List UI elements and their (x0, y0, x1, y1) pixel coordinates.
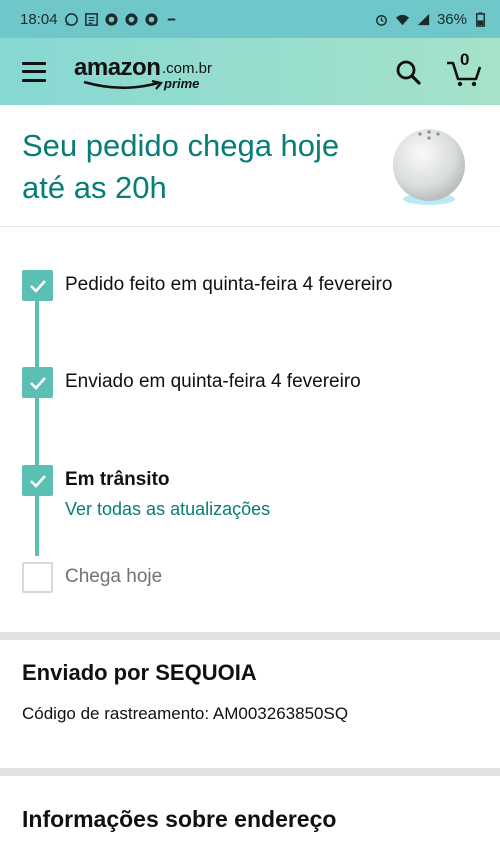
step-arrives-today: Chega hoje (22, 562, 162, 593)
news-icon (84, 12, 98, 26)
step-ordered: Pedido feito em quinta-feira 4 fevereiro (22, 270, 392, 301)
amazon-prime-logo[interactable]: amazon .com.br prime (74, 52, 224, 92)
header-actions: 0 (394, 50, 482, 87)
shipment-info: Enviado por SEQUOIA Código de rastreamen… (0, 640, 500, 768)
battery-icon (476, 11, 485, 27)
logo-prime: prime (164, 75, 200, 91)
battery-percent: 36% (436, 10, 467, 28)
check-icon (22, 367, 53, 398)
smile-arrow-icon (83, 79, 164, 90)
whatsapp-icon (64, 12, 78, 26)
cart-button[interactable]: 0 (446, 50, 482, 87)
shipment-progress-tracker: Pedido feito em quinta-feira 4 fevereiro… (0, 228, 500, 632)
alarm-icon (376, 14, 387, 26)
tracking-code: Código de rastreamento: AM003263850SQ (22, 704, 349, 723)
section-divider (0, 632, 500, 640)
step-label: Pedido feito em quinta-feira 4 fevereiro (65, 274, 393, 295)
wifi-icon (395, 14, 410, 25)
notification-icons (64, 12, 179, 27)
app-icon (104, 12, 118, 26)
minus-icon (167, 18, 175, 20)
view-all-updates-link[interactable]: Ver todas as atualizações (65, 495, 270, 523)
logo-domain: .com.br (162, 59, 213, 77)
empty-checkbox-icon (22, 562, 53, 593)
search-icon[interactable] (394, 58, 422, 86)
cart-count: 0 (460, 49, 470, 69)
signal-icon (417, 13, 430, 25)
section-divider (0, 768, 500, 776)
app-icon (124, 12, 138, 26)
check-icon (22, 270, 53, 301)
logo-text: amazon (74, 53, 161, 81)
delivery-hero: Seu pedido chega hoje até as 20h (0, 105, 500, 227)
address-info-title: Informações sobre endereço (22, 806, 337, 832)
status-bar: 18:04 36% (0, 0, 500, 38)
echo-dot-product-image[interactable] (390, 125, 468, 207)
step-label: Enviado em quinta-feira 4 fevereiro (65, 371, 361, 392)
shipped-by-title: Enviado por SEQUOIA (22, 660, 257, 685)
delivery-estimate-title: Seu pedido chega hoje até as 20h (22, 128, 340, 205)
status-time: 18:04 (20, 10, 58, 28)
menu-icon[interactable] (22, 61, 46, 82)
app-header: amazon .com.br prime 0 (0, 38, 500, 105)
step-in-transit: Em trânsito Ver todas as atualizações (22, 465, 270, 523)
step-label: Em trânsito (65, 469, 170, 490)
status-right: 36% (374, 11, 488, 28)
step-label: Chega hoje (65, 566, 163, 587)
app-icon (144, 12, 158, 26)
check-icon (22, 465, 53, 496)
step-shipped: Enviado em quinta-feira 4 fevereiro (22, 367, 361, 398)
